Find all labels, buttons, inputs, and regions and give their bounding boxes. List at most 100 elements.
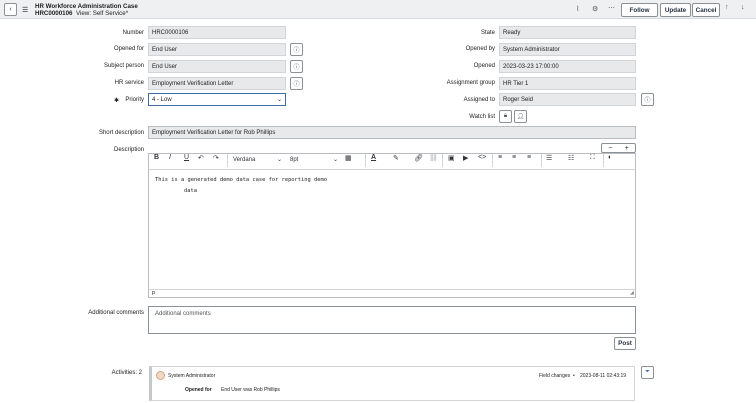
- form-title: HR Workforce Administration Case: [35, 3, 138, 10]
- activity-user: System Administrator: [168, 373, 216, 379]
- font-size-select[interactable]: 8pt: [290, 157, 298, 163]
- watch-list-label: Watch list: [469, 114, 495, 120]
- chevron-down-icon: ⌄: [333, 157, 339, 163]
- form-header: ‹ ☰ HR Workforce Administration Case HRC…: [0, 0, 756, 19]
- opened-for-field[interactable]: End User: [148, 43, 286, 56]
- hr-service-label: HR service: [114, 80, 144, 86]
- subject-person-field[interactable]: End User: [148, 60, 286, 73]
- contrast-icon[interactable]: ◐: [608, 154, 612, 161]
- separator-dot: •: [573, 373, 575, 379]
- state-label: State: [480, 30, 495, 36]
- info-icon[interactable]: ⓘ: [641, 93, 654, 106]
- opened-label: Opened: [473, 63, 495, 69]
- avatar: [156, 371, 165, 380]
- short-description-field[interactable]: Employment Verification Letter for Rob P…: [148, 126, 636, 139]
- opened-by-field[interactable]: System Administrator: [499, 43, 636, 56]
- minus-icon[interactable]: −: [608, 145, 612, 152]
- divider: [492, 154, 493, 167]
- assigned-to-label: Assigned to: [463, 97, 495, 103]
- form-subtitle: HRC0000106 View: Self Service*: [35, 10, 128, 17]
- priority-label: Priority: [125, 97, 144, 103]
- priority-value: 4 - Low: [152, 97, 172, 103]
- assignment-group-label: Assignment group: [446, 80, 495, 86]
- element-path: p: [152, 290, 156, 296]
- activity-card: [149, 366, 635, 401]
- priority-select[interactable]: 4 - Low ⌄: [148, 93, 286, 106]
- resize-handle-icon[interactable]: ◢: [630, 290, 634, 296]
- additional-comments-label: Additional comments: [88, 310, 144, 316]
- divider: [541, 154, 542, 167]
- post-button[interactable]: Post: [614, 337, 636, 350]
- mandatory-asterisk-icon: ✱: [114, 98, 120, 104]
- italic-icon[interactable]: I: [169, 154, 171, 161]
- align-right-icon[interactable]: ≡: [527, 154, 531, 161]
- underline-icon[interactable]: U: [184, 154, 189, 161]
- unlink-icon[interactable]: ⛓: [429, 154, 438, 162]
- editor-content-line: This is a generated demo data case for r…: [155, 177, 328, 183]
- additional-comments-input[interactable]: Additional comments: [148, 306, 636, 334]
- divider: [603, 154, 604, 167]
- align-center-icon[interactable]: ≡: [512, 154, 516, 161]
- info-icon[interactable]: ⓘ: [290, 77, 303, 90]
- short-description-label: Short description: [98, 130, 144, 136]
- highlight-icon[interactable]: ✎: [393, 154, 399, 162]
- number-field[interactable]: HRC0000106: [148, 26, 286, 39]
- plus-icon[interactable]: +: [625, 145, 629, 152]
- code-icon[interactable]: <>: [478, 154, 486, 161]
- lock-icon[interactable]: 🔒︎: [499, 110, 512, 123]
- subject-person-label: Subject person: [103, 63, 144, 69]
- assignment-group-field[interactable]: HR Tier 1: [499, 77, 636, 90]
- bullet-list-icon[interactable]: ☰: [546, 154, 552, 162]
- state-field[interactable]: Ready: [499, 26, 636, 39]
- view-label: View: Self Service*: [75, 10, 129, 17]
- filter-icon[interactable]: ⏷: [641, 366, 654, 379]
- editor-content-line: data: [184, 188, 197, 194]
- update-button[interactable]: Update: [660, 3, 691, 17]
- number-label: Number: [122, 30, 144, 36]
- bold-icon[interactable]: B: [154, 154, 159, 161]
- table-icon[interactable]: ▦: [345, 154, 352, 162]
- chevron-down-icon: ⌄: [276, 97, 282, 103]
- divider: [365, 154, 366, 167]
- opened-field[interactable]: 2023-03-23 17:00:00: [499, 60, 636, 73]
- editor-statusbar: [149, 289, 635, 297]
- sliders-icon[interactable]: ⚙: [592, 5, 598, 13]
- resize-buttons[interactable]: − +: [601, 143, 636, 153]
- editor-toolbar: [149, 154, 635, 170]
- chevron-down-icon: ⌄: [277, 157, 283, 163]
- activities-label: Activities: 2: [111, 370, 142, 376]
- assigned-to-field[interactable]: Roger Seid: [499, 93, 636, 106]
- opened-by-label: Opened by: [465, 46, 495, 52]
- chevron-left-icon: ‹: [9, 6, 12, 13]
- arrow-up-icon[interactable]: ↑: [725, 4, 729, 11]
- redo-icon[interactable]: ↷: [213, 154, 219, 162]
- opened-for-label: Opened for: [113, 46, 144, 52]
- back-button[interactable]: ‹: [4, 3, 17, 16]
- activity-type: Field changes: [539, 373, 571, 379]
- record-number: HRC0000106: [35, 10, 73, 17]
- hr-service-field[interactable]: Employment Verification Letter: [148, 77, 286, 90]
- cancel-button[interactable]: Cancel: [692, 3, 720, 17]
- image-icon[interactable]: ▣: [448, 154, 455, 162]
- add-me-icon[interactable]: 👤︎: [514, 110, 527, 123]
- more-icon[interactable]: ⋯: [608, 4, 615, 12]
- align-left-icon[interactable]: ≡: [498, 154, 502, 161]
- hamburger-icon[interactable]: ☰: [22, 6, 28, 14]
- numbered-list-icon[interactable]: ☷: [568, 154, 574, 162]
- info-icon[interactable]: ⓘ: [290, 60, 303, 73]
- follow-button[interactable]: Follow: [621, 3, 658, 17]
- info-icon[interactable]: ⓘ: [290, 43, 303, 56]
- arrow-down-icon[interactable]: ↓: [741, 4, 745, 11]
- divider: [227, 154, 228, 167]
- undo-icon[interactable]: ↶: [198, 154, 204, 162]
- activity-field: Opened for: [185, 387, 212, 393]
- description-editor[interactable]: [148, 153, 636, 298]
- text-color-icon[interactable]: A: [371, 154, 376, 161]
- fullscreen-icon[interactable]: ⛶: [590, 154, 595, 162]
- paperclip-icon[interactable]: ⌇: [576, 5, 579, 13]
- activity-change: End User was Rob Phillips: [221, 387, 280, 393]
- divider: [442, 154, 443, 167]
- font-family-select[interactable]: Verdana: [233, 157, 255, 163]
- link-icon[interactable]: 🔗︎: [414, 154, 423, 162]
- video-icon[interactable]: ▶: [463, 154, 468, 162]
